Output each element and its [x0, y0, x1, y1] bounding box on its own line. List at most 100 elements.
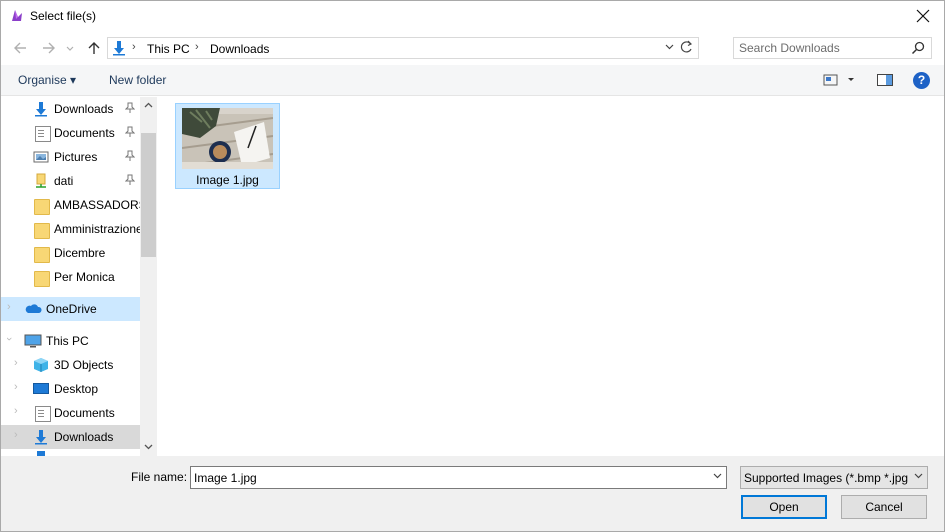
search-input[interactable] [739, 40, 909, 56]
help-button[interactable]: ? [913, 72, 930, 89]
app-icon [12, 10, 22, 21]
nav-scrollbar[interactable] [140, 97, 157, 456]
organise-label: Organise [18, 73, 67, 87]
file-name-dropdown-button[interactable] [713, 471, 722, 482]
nav-item-amministrazione[interactable]: Amministrazione [1, 217, 140, 241]
folder-icon [34, 199, 50, 215]
nav-item-label: Documents [54, 126, 115, 140]
pin-icon [124, 174, 136, 189]
nav-item-label: Downloads [54, 430, 114, 444]
nav-item-this-pc[interactable]: › This PC [1, 329, 140, 353]
up-button[interactable] [84, 38, 104, 58]
arrow-right-icon [43, 42, 55, 54]
close-button[interactable] [908, 2, 938, 30]
document-icon [35, 406, 51, 422]
scroll-down-button[interactable] [140, 439, 157, 456]
nav-item-label: Amministrazione [54, 222, 140, 236]
file-list: Image 1.jpg [158, 97, 944, 456]
nav-item-label: Pictures [54, 150, 98, 164]
nav-item-label: dati [54, 174, 74, 188]
folder-icon [34, 223, 50, 239]
file-name-input[interactable] [194, 470, 694, 486]
nav-item-label: Downloads [54, 102, 114, 116]
nav-item-per-monica[interactable]: Per Monica [1, 265, 140, 289]
command-bar: Organise ▾ New folder ? [1, 65, 944, 96]
open-button[interactable]: Open [741, 495, 827, 519]
title-bar: Select file(s) [1, 1, 944, 31]
nav-item-label: 3D Objects [54, 358, 114, 372]
navigation-pane: Downloads Documents Pictures dati AMBASS [1, 97, 157, 456]
nav-item-dati[interactable]: dati [1, 169, 140, 193]
download-arrow-icon [35, 102, 47, 117]
scroll-thumb[interactable] [141, 133, 156, 257]
organise-button[interactable]: Organise ▾ [18, 73, 76, 87]
breadcrumb-separator: › [195, 41, 199, 53]
expand-chevron-icon: › [14, 405, 18, 417]
file-type-filter[interactable]: Supported Images (*.bmp *.jpg [740, 466, 928, 489]
forward-button[interactable] [39, 38, 59, 58]
arrow-left-icon [14, 42, 26, 54]
pictures-icon [33, 151, 49, 163]
expand-chevron-icon: › [14, 357, 18, 369]
expand-chevron-icon: › [7, 301, 11, 313]
nav-item-downloads[interactable]: Downloads [1, 97, 140, 121]
nav-item-onedrive[interactable]: › OneDrive [1, 297, 140, 321]
nav-item-documents-pc[interactable]: › Documents [1, 401, 140, 425]
search-box[interactable] [733, 37, 932, 59]
file-type-dropdown-button[interactable] [912, 471, 923, 482]
onedrive-cloud-icon [25, 304, 42, 313]
file-name-combobox[interactable] [190, 466, 727, 489]
arrow-up-icon [88, 42, 100, 54]
nav-item-label: AMBASSADORS [54, 198, 140, 212]
cancel-button[interactable]: Cancel [841, 495, 927, 519]
back-button[interactable] [10, 38, 30, 58]
pin-icon [124, 126, 136, 141]
chevron-down-icon: ▾ [70, 73, 77, 87]
nav-item-label: OneDrive [46, 302, 97, 316]
download-arrow-icon [35, 430, 47, 445]
breadcrumb-separator: › [132, 41, 136, 53]
breadcrumb-downloads[interactable]: Downloads [210, 42, 269, 56]
nav-item-pictures[interactable]: Pictures [1, 145, 140, 169]
network-drive-icon [36, 173, 46, 188]
cube-icon [34, 358, 48, 372]
image-thumbnail [182, 108, 273, 169]
chevron-down-icon [914, 473, 923, 479]
nav-item-label: This PC [46, 334, 89, 348]
nav-item-3d-objects[interactable]: › 3D Objects [1, 353, 140, 377]
search-icon [911, 41, 925, 55]
chevron-up-icon [144, 102, 153, 108]
expand-chevron-icon: › [2, 337, 15, 341]
window-title: Select file(s) [30, 9, 97, 23]
chevron-down-icon [66, 46, 74, 51]
nav-item-downloads-pc[interactable]: › Downloads [1, 425, 140, 449]
expand-chevron-icon: › [14, 429, 18, 441]
nav-item-label: Dicembre [54, 246, 106, 260]
folder-icon [34, 247, 50, 263]
file-type-value: Supported Images (*.bmp *.jpg [744, 471, 909, 485]
folder-icon [34, 271, 50, 287]
preview-pane-button[interactable] [877, 73, 893, 90]
nav-item-dicembre[interactable]: Dicembre [1, 241, 140, 265]
file-dialog: Select file(s) › This PC › Downloads Sea… [0, 0, 945, 532]
nav-item-label: Documents [54, 406, 115, 420]
chevron-down-icon [144, 444, 153, 450]
nav-item-ambassadors[interactable]: AMBASSADORS [1, 193, 140, 217]
computer-icon [24, 334, 42, 348]
refresh-button[interactable] [680, 40, 693, 57]
pin-icon [124, 150, 136, 165]
preview-pane-icon [877, 74, 893, 86]
breadcrumb-this-pc[interactable]: This PC [147, 42, 190, 56]
address-bar[interactable]: › This PC › Downloads [107, 37, 699, 59]
document-icon [35, 126, 51, 142]
view-options-icon [823, 74, 854, 86]
recent-locations-button[interactable] [63, 38, 77, 58]
new-folder-button[interactable]: New folder [109, 73, 166, 87]
scroll-up-button[interactable] [140, 97, 157, 114]
file-tile[interactable]: Image 1.jpg [175, 103, 280, 189]
nav-item-desktop[interactable]: › Desktop [1, 377, 140, 401]
change-view-button[interactable] [823, 73, 859, 90]
nav-item-documents[interactable]: Documents [1, 121, 140, 145]
nav-item-label: Desktop [54, 382, 99, 396]
address-dropdown-button[interactable] [665, 41, 674, 53]
